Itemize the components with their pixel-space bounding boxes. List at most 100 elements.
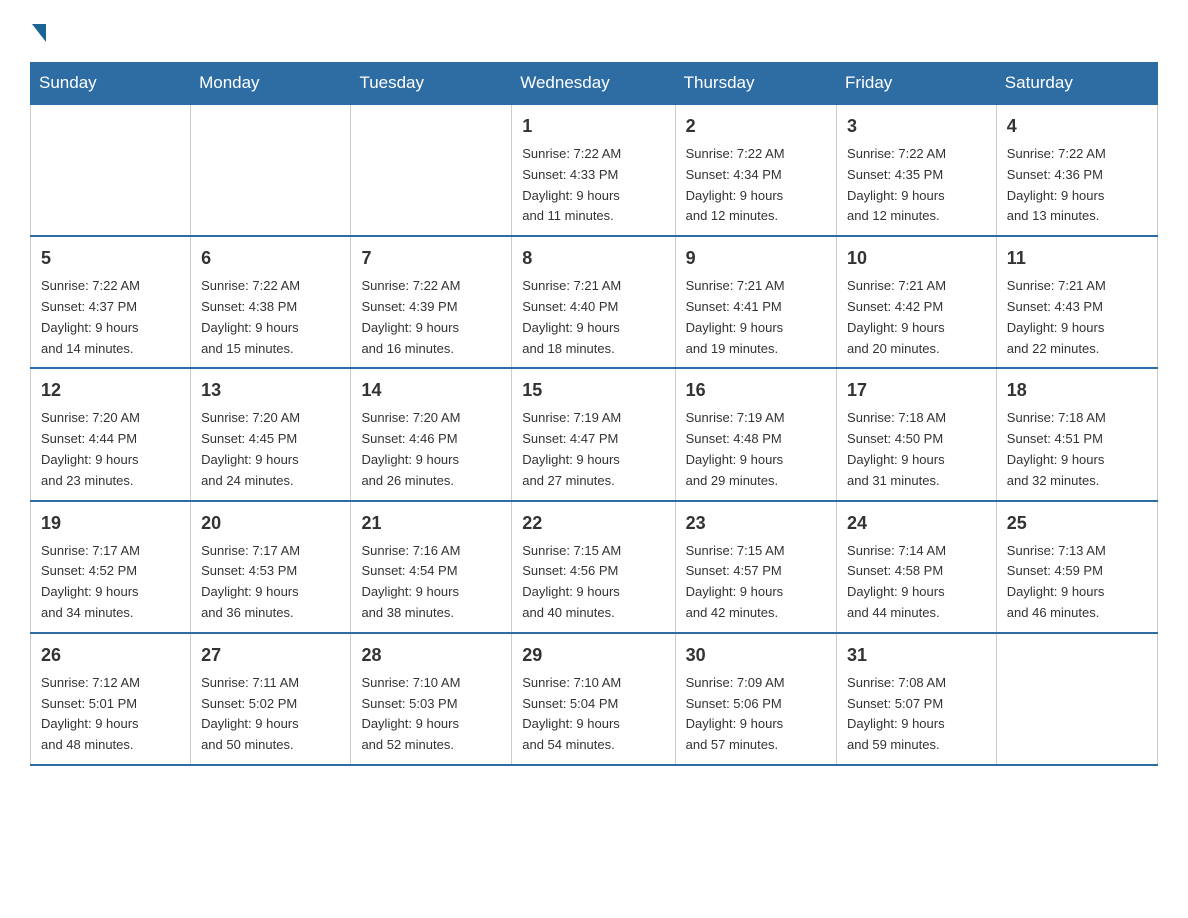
day-info: Sunrise: 7:18 AM Sunset: 4:50 PM Dayligh…	[847, 408, 986, 491]
day-info: Sunrise: 7:11 AM Sunset: 5:02 PM Dayligh…	[201, 673, 340, 756]
day-number: 15	[522, 377, 664, 404]
week-row-4: 19 Sunrise: 7:17 AM Sunset: 4:52 PM Dayli…	[31, 501, 1158, 633]
day-number: 22	[522, 510, 664, 537]
day-number: 20	[201, 510, 340, 537]
day-info: Sunrise: 7:20 AM Sunset: 4:45 PM Dayligh…	[201, 408, 340, 491]
header-thursday: Thursday	[675, 63, 836, 105]
day-number: 28	[361, 642, 501, 669]
calendar-cell: 4Sunrise: 7:22 AM Sunset: 4:36 PM Daylig…	[996, 104, 1157, 236]
day-info: Sunrise: 7:17 AM Sunset: 4:53 PM Dayligh…	[201, 541, 340, 624]
day-number: 19	[41, 510, 180, 537]
day-number: 9	[686, 245, 826, 272]
day-number: 29	[522, 642, 664, 669]
calendar-cell: 13 Sunrise: 7:20 AM Sunset: 4:45 PM Dayli…	[191, 368, 351, 500]
week-row-1: 1 Sunrise: 7:22 AM Sunset: 4:33 PM Daylig…	[31, 104, 1158, 236]
calendar-cell: 11 Sunrise: 7:21 AM Sunset: 4:43 PM Dayli…	[996, 236, 1157, 368]
page-header	[30, 20, 1158, 42]
calendar-cell: 5Sunrise: 7:22 AM Sunset: 4:37 PM Daylig…	[31, 236, 191, 368]
day-info: Sunrise: 7:12 AM Sunset: 5:01 PM Dayligh…	[41, 673, 180, 756]
day-info: Sunrise: 7:18 AM Sunset: 4:51 PM Dayligh…	[1007, 408, 1147, 491]
calendar-cell: 24 Sunrise: 7:14 AM Sunset: 4:58 PM Dayli…	[837, 501, 997, 633]
day-info: Sunrise: 7:20 AM Sunset: 4:44 PM Dayligh…	[41, 408, 180, 491]
day-number: 30	[686, 642, 826, 669]
day-number: 8	[522, 245, 664, 272]
header-saturday: Saturday	[996, 63, 1157, 105]
calendar-cell: 10 Sunrise: 7:21 AM Sunset: 4:42 PM Dayli…	[837, 236, 997, 368]
day-info: Sunrise: 7:19 AM Sunset: 4:48 PM Dayligh…	[686, 408, 826, 491]
day-info: Sunrise: 7:19 AM Sunset: 4:47 PM Dayligh…	[522, 408, 664, 491]
day-number: 25	[1007, 510, 1147, 537]
calendar-cell: 9 Sunrise: 7:21 AM Sunset: 4:41 PM Daylig…	[675, 236, 836, 368]
day-info: Sunrise: 7:16 AM Sunset: 4:54 PM Dayligh…	[361, 541, 501, 624]
calendar-cell: 16 Sunrise: 7:19 AM Sunset: 4:48 PM Dayli…	[675, 368, 836, 500]
day-info: Sunrise: 7:21 AM Sunset: 4:43 PM Dayligh…	[1007, 276, 1147, 359]
day-info: Sunrise: 7:22 AM Sunset: 4:38 PM Dayligh…	[201, 276, 340, 359]
week-row-3: 12 Sunrise: 7:20 AM Sunset: 4:44 PM Dayli…	[31, 368, 1158, 500]
day-info: Sunrise: 7:14 AM Sunset: 4:58 PM Dayligh…	[847, 541, 986, 624]
calendar-cell: 14 Sunrise: 7:20 AM Sunset: 4:46 PM Dayli…	[351, 368, 512, 500]
calendar-cell: 8Sunrise: 7:21 AM Sunset: 4:40 PM Daylig…	[512, 236, 675, 368]
day-number: 12	[41, 377, 180, 404]
day-number: 13	[201, 377, 340, 404]
day-number: 10	[847, 245, 986, 272]
day-number: 11	[1007, 245, 1147, 272]
calendar-cell: 29 Sunrise: 7:10 AM Sunset: 5:04 PM Dayli…	[512, 633, 675, 765]
week-row-2: 5Sunrise: 7:22 AM Sunset: 4:37 PM Daylig…	[31, 236, 1158, 368]
day-number: 6	[201, 245, 340, 272]
day-number: 23	[686, 510, 826, 537]
day-info: Sunrise: 7:09 AM Sunset: 5:06 PM Dayligh…	[686, 673, 826, 756]
calendar-cell: 25 Sunrise: 7:13 AM Sunset: 4:59 PM Dayli…	[996, 501, 1157, 633]
day-number: 31	[847, 642, 986, 669]
header-monday: Monday	[191, 63, 351, 105]
calendar-cell: 21 Sunrise: 7:16 AM Sunset: 4:54 PM Dayli…	[351, 501, 512, 633]
header-tuesday: Tuesday	[351, 63, 512, 105]
calendar-cell	[351, 104, 512, 236]
calendar-cell: 15 Sunrise: 7:19 AM Sunset: 4:47 PM Dayli…	[512, 368, 675, 500]
day-number: 26	[41, 642, 180, 669]
calendar-cell	[996, 633, 1157, 765]
calendar-cell: 7 Sunrise: 7:22 AM Sunset: 4:39 PM Daylig…	[351, 236, 512, 368]
day-number: 18	[1007, 377, 1147, 404]
calendar-table: SundayMondayTuesdayWednesdayThursdayFrid…	[30, 62, 1158, 766]
calendar-header-row: SundayMondayTuesdayWednesdayThursdayFrid…	[31, 63, 1158, 105]
calendar-cell: 30 Sunrise: 7:09 AM Sunset: 5:06 PM Dayli…	[675, 633, 836, 765]
day-number: 7	[361, 245, 501, 272]
day-info: Sunrise: 7:22 AM Sunset: 4:33 PM Dayligh…	[522, 144, 664, 227]
calendar-cell: 31Sunrise: 7:08 AM Sunset: 5:07 PM Dayli…	[837, 633, 997, 765]
day-number: 5	[41, 245, 180, 272]
calendar-cell: 23 Sunrise: 7:15 AM Sunset: 4:57 PM Dayli…	[675, 501, 836, 633]
header-wednesday: Wednesday	[512, 63, 675, 105]
header-sunday: Sunday	[31, 63, 191, 105]
day-info: Sunrise: 7:13 AM Sunset: 4:59 PM Dayligh…	[1007, 541, 1147, 624]
day-info: Sunrise: 7:22 AM Sunset: 4:35 PM Dayligh…	[847, 144, 986, 227]
day-info: Sunrise: 7:17 AM Sunset: 4:52 PM Dayligh…	[41, 541, 180, 624]
logo-arrow-icon	[32, 24, 46, 42]
calendar-cell: 18 Sunrise: 7:18 AM Sunset: 4:51 PM Dayli…	[996, 368, 1157, 500]
calendar-cell: 26 Sunrise: 7:12 AM Sunset: 5:01 PM Dayli…	[31, 633, 191, 765]
calendar-cell: 1 Sunrise: 7:22 AM Sunset: 4:33 PM Daylig…	[512, 104, 675, 236]
logo-general-text	[30, 20, 46, 42]
calendar-cell: 28 Sunrise: 7:10 AM Sunset: 5:03 PM Dayli…	[351, 633, 512, 765]
calendar-cell: 12 Sunrise: 7:20 AM Sunset: 4:44 PM Dayli…	[31, 368, 191, 500]
calendar-cell: 3 Sunrise: 7:22 AM Sunset: 4:35 PM Daylig…	[837, 104, 997, 236]
header-friday: Friday	[837, 63, 997, 105]
day-info: Sunrise: 7:10 AM Sunset: 5:03 PM Dayligh…	[361, 673, 501, 756]
calendar-cell	[31, 104, 191, 236]
day-number: 16	[686, 377, 826, 404]
day-number: 24	[847, 510, 986, 537]
day-info: Sunrise: 7:15 AM Sunset: 4:57 PM Dayligh…	[686, 541, 826, 624]
day-number: 14	[361, 377, 501, 404]
day-info: Sunrise: 7:22 AM Sunset: 4:39 PM Dayligh…	[361, 276, 501, 359]
day-number: 2	[686, 113, 826, 140]
day-info: Sunrise: 7:21 AM Sunset: 4:42 PM Dayligh…	[847, 276, 986, 359]
day-number: 21	[361, 510, 501, 537]
day-info: Sunrise: 7:10 AM Sunset: 5:04 PM Dayligh…	[522, 673, 664, 756]
day-number: 3	[847, 113, 986, 140]
day-info: Sunrise: 7:21 AM Sunset: 4:41 PM Dayligh…	[686, 276, 826, 359]
day-number: 27	[201, 642, 340, 669]
day-number: 4	[1007, 113, 1147, 140]
calendar-cell: 17Sunrise: 7:18 AM Sunset: 4:50 PM Dayli…	[837, 368, 997, 500]
calendar-cell: 19 Sunrise: 7:17 AM Sunset: 4:52 PM Dayli…	[31, 501, 191, 633]
day-info: Sunrise: 7:20 AM Sunset: 4:46 PM Dayligh…	[361, 408, 501, 491]
day-number: 1	[522, 113, 664, 140]
